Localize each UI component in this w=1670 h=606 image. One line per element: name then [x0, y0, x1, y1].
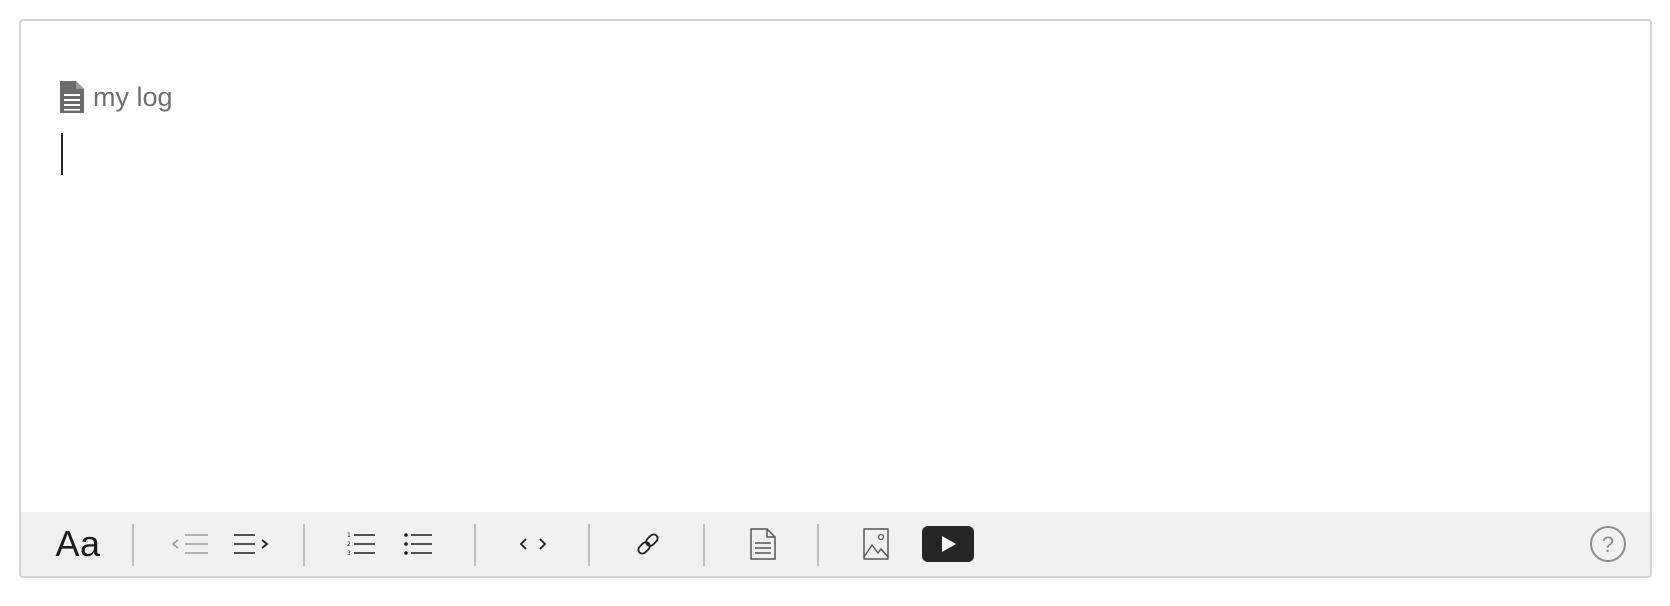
indent-button[interactable] [231, 512, 271, 576]
text-cursor[interactable] [61, 133, 63, 175]
indent-icon [234, 534, 269, 554]
link-button[interactable] [632, 512, 664, 576]
svg-text:2: 2 [347, 541, 351, 548]
text-style-icon: Aa [55, 523, 101, 564]
outdent-button[interactable] [171, 512, 211, 576]
help-button[interactable]: ? [1589, 512, 1627, 576]
document-title-label: my log [93, 82, 173, 112]
document-icon [750, 528, 776, 560]
document-title: my log [60, 81, 173, 113]
help-icon: ? [1590, 526, 1626, 562]
editor-toolbar: Aa 1 2 3 ? [21, 512, 1650, 576]
link-icon [637, 533, 659, 555]
numbered-list-button[interactable]: 1 2 3 [346, 512, 378, 576]
insert-video-button[interactable] [922, 512, 974, 576]
text-style-button[interactable]: Aa [53, 512, 103, 576]
toolbar-divider [703, 524, 705, 566]
svg-text:1: 1 [347, 532, 351, 539]
svg-text:?: ? [1602, 532, 1614, 557]
toolbar-divider [303, 524, 305, 566]
document-file-icon [60, 81, 84, 113]
numbered-list-icon: 1 2 3 [347, 532, 375, 557]
code-icon [519, 538, 547, 550]
bulleted-list-icon [404, 533, 432, 555]
insert-image-button[interactable] [861, 512, 891, 576]
outdent-icon [172, 534, 208, 554]
image-icon [863, 528, 889, 560]
svg-text:3: 3 [347, 550, 351, 557]
toolbar-divider [474, 524, 476, 566]
toolbar-divider [588, 524, 590, 566]
bulleted-list-button[interactable] [403, 512, 435, 576]
code-button[interactable] [517, 512, 549, 576]
insert-document-button[interactable] [748, 512, 778, 576]
toolbar-divider [132, 524, 134, 566]
rich-text-editor[interactable]: my log Aa 1 2 3 ? [19, 19, 1652, 578]
video-icon [922, 526, 974, 562]
toolbar-divider [817, 524, 819, 566]
